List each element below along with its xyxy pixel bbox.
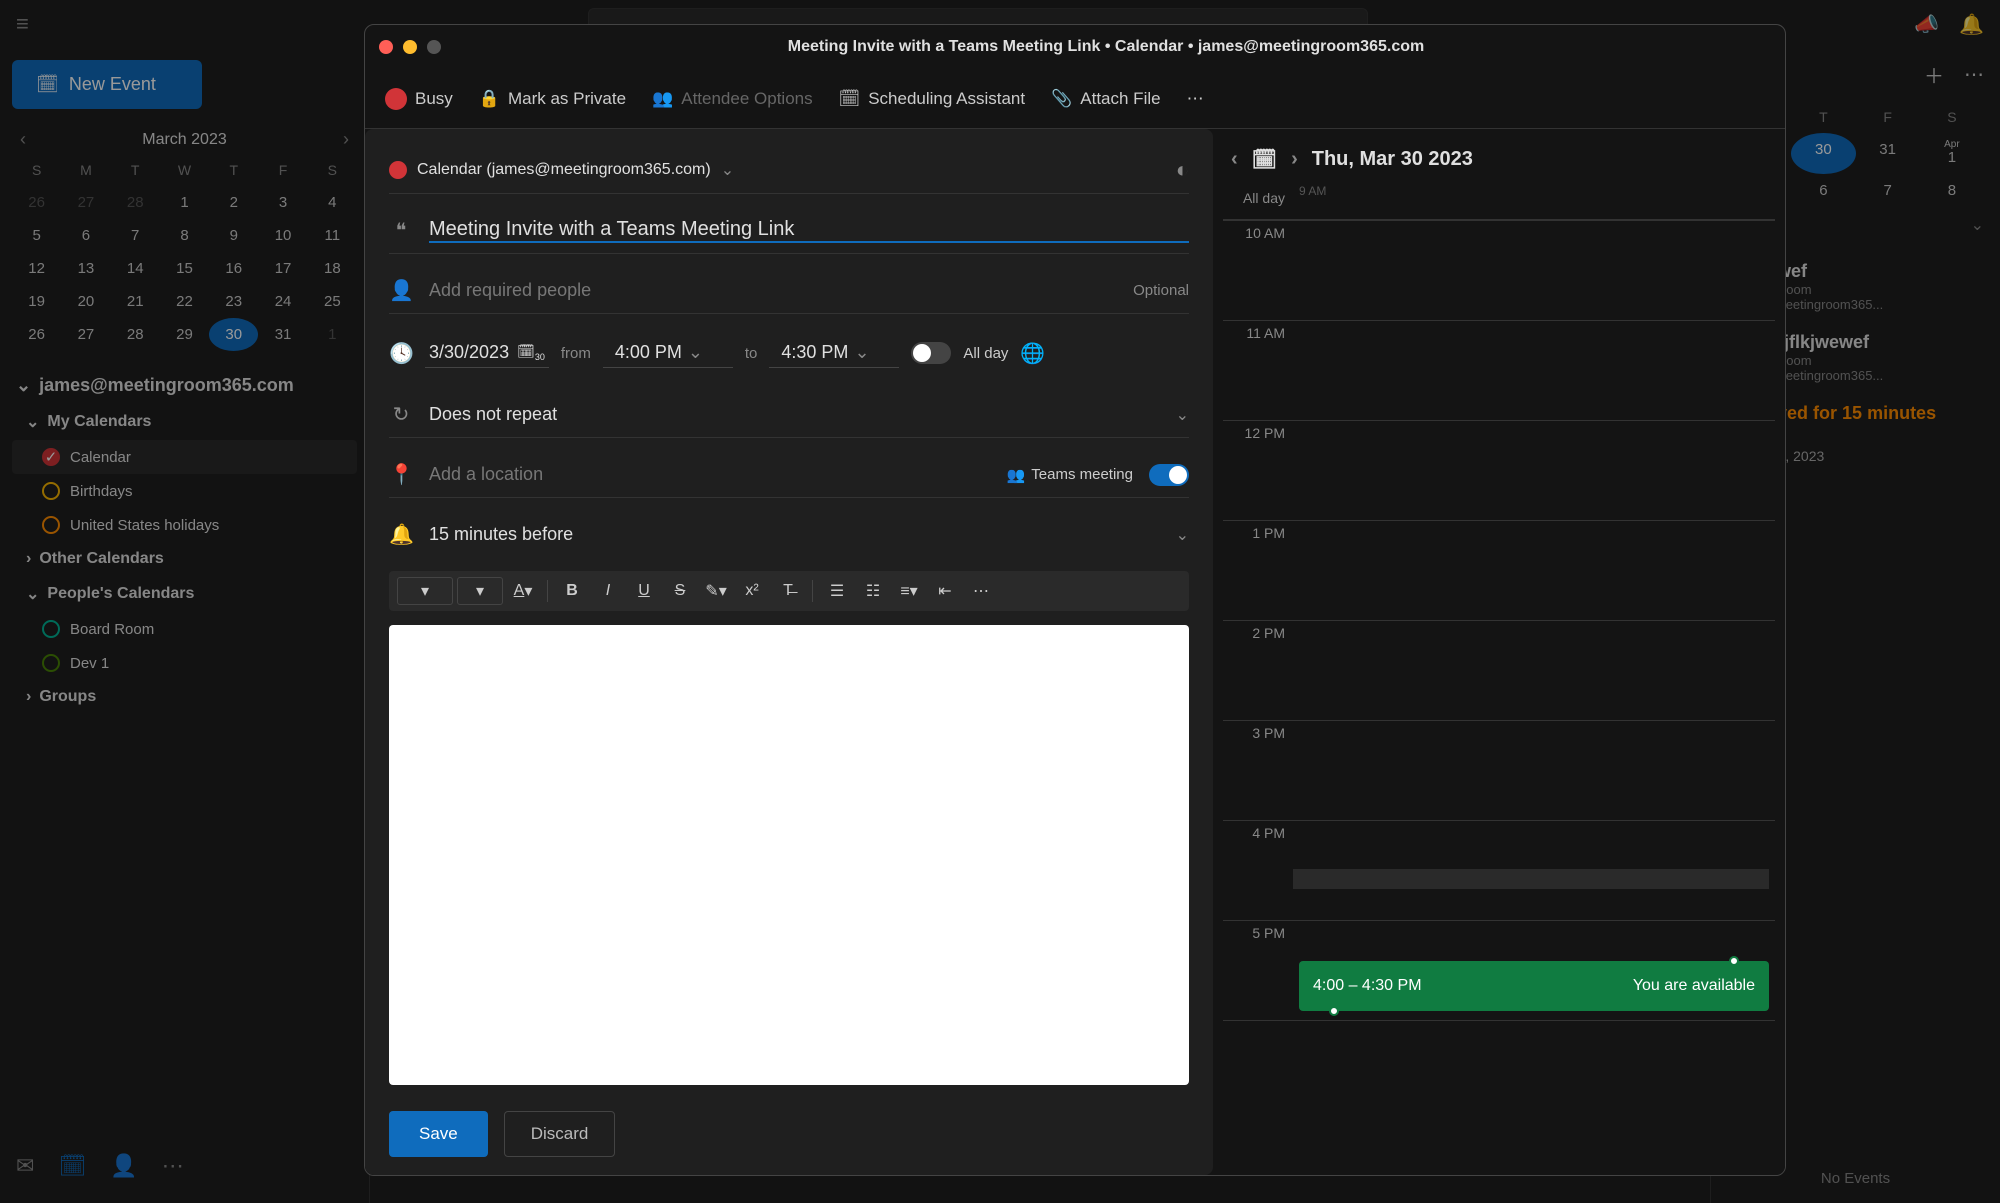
- sched-date-picker-icon[interactable]: 🗓: [1252, 147, 1277, 172]
- time-slot[interactable]: [1293, 621, 1775, 720]
- busy-dot-icon: [385, 88, 407, 110]
- optional-attendees-button[interactable]: Optional: [1133, 282, 1189, 299]
- minimize-window-icon[interactable]: [403, 40, 417, 54]
- attendees-input[interactable]: [429, 280, 1117, 301]
- discard-button[interactable]: Discard: [504, 1111, 616, 1157]
- chevron-down-icon: ⌄: [854, 342, 869, 363]
- more-toolbar-icon[interactable]: ⋯: [1187, 89, 1204, 109]
- window-title: Meeting Invite with a Teams Meeting Link…: [441, 38, 1771, 56]
- hour-label: 11 AM: [1223, 321, 1293, 420]
- superscript-button[interactable]: x²: [736, 577, 768, 605]
- time-slot[interactable]: [1293, 521, 1775, 620]
- strike-button[interactable]: S: [664, 577, 696, 605]
- paperclip-icon: 📎: [1051, 89, 1072, 109]
- number-list-button[interactable]: ☷: [857, 577, 889, 605]
- time-slot[interactable]: [1293, 721, 1775, 820]
- text-color-button[interactable]: A▾: [507, 577, 539, 605]
- calendar-color-dot-icon: [389, 161, 407, 179]
- repeat-icon: ↻: [389, 402, 413, 427]
- busy-status-button[interactable]: Busy: [385, 88, 453, 110]
- hour-label: 1 PM: [1223, 521, 1293, 620]
- person-icon: 👤: [389, 278, 413, 303]
- bold-button[interactable]: B: [556, 577, 588, 605]
- time-slot[interactable]: [1293, 221, 1775, 320]
- time-slot[interactable]: [1293, 821, 1775, 920]
- hour-label: 12 PM: [1223, 421, 1293, 520]
- calendar-select[interactable]: Calendar (james@meetingroom365.com): [417, 161, 711, 179]
- event-editor-modal: Meeting Invite with a Teams Meeting Link…: [364, 24, 1786, 1176]
- start-time-select[interactable]: 4:00 PM ⌄: [603, 338, 733, 368]
- italic-button[interactable]: I: [592, 577, 624, 605]
- chevron-down-icon[interactable]: ⌄: [1176, 525, 1189, 545]
- underline-button[interactable]: U: [628, 577, 660, 605]
- location-icon: 📍: [389, 462, 413, 487]
- more-format-icon[interactable]: ⋯: [965, 577, 997, 605]
- time-slot[interactable]: [1293, 921, 1775, 1020]
- quote-icon: ❝: [389, 218, 413, 243]
- time-slot[interactable]: [1293, 321, 1775, 420]
- mark-private-button[interactable]: 🔒 Mark as Private: [479, 89, 626, 109]
- hour-label: 2 PM: [1223, 621, 1293, 720]
- close-window-icon[interactable]: [379, 40, 393, 54]
- date-input[interactable]: 3/30/2023 🗓30: [425, 338, 549, 368]
- clear-format-button[interactable]: T̶: [772, 577, 804, 605]
- hour-label: 4 PM: [1223, 821, 1293, 920]
- sched-prev-icon[interactable]: ‹: [1231, 148, 1238, 171]
- teams-meeting-toggle[interactable]: [1149, 464, 1189, 486]
- hour-label: 3 PM: [1223, 721, 1293, 820]
- save-button[interactable]: Save: [389, 1111, 488, 1157]
- lock-icon: 🔒: [479, 89, 500, 109]
- font-color-select[interactable]: ▾: [457, 577, 503, 605]
- rich-text-toolbar: ▾ ▾ A▾ B I U S ✎▾ x² T̶ ☰ ☷ ≡▾ ⇤ ⋯: [389, 571, 1189, 611]
- moon-icon[interactable]: ◐: [1176, 157, 1189, 183]
- globe-icon[interactable]: 🌐: [1020, 341, 1045, 366]
- allday-toggle[interactable]: [911, 342, 951, 364]
- outdent-button[interactable]: ⇤: [929, 577, 961, 605]
- sched-next-icon[interactable]: ›: [1291, 148, 1298, 171]
- maximize-window-icon[interactable]: [427, 40, 441, 54]
- align-button[interactable]: ≡▾: [893, 577, 925, 605]
- font-size-select[interactable]: ▾: [397, 577, 453, 605]
- calendar-clock-icon: 🗓: [839, 89, 861, 109]
- time-slot[interactable]: [1293, 421, 1775, 520]
- people-icon: 👥: [652, 89, 673, 109]
- scheduling-assistant-button[interactable]: 🗓 Scheduling Assistant: [839, 89, 1025, 109]
- chevron-down-icon[interactable]: ⌄: [1176, 405, 1189, 425]
- chevron-down-icon: ⌄: [688, 342, 703, 363]
- attach-file-button[interactable]: 📎 Attach File: [1051, 89, 1160, 109]
- teams-icon: 👥: [1007, 466, 1026, 484]
- subject-input[interactable]: [429, 218, 1189, 243]
- hour-label: 10 AM: [1223, 221, 1293, 320]
- attendee-options-button[interactable]: 👥 Attendee Options: [652, 89, 813, 109]
- allday-label: All day: [1223, 182, 1293, 219]
- clock-icon: 🕓: [389, 341, 413, 366]
- end-time-select[interactable]: 4:30 PM ⌄: [769, 338, 899, 368]
- highlight-button[interactable]: ✎▾: [700, 577, 732, 605]
- bell-icon: 🔔: [389, 522, 413, 547]
- hour-label: 5 PM: [1223, 921, 1293, 1020]
- bullet-list-button[interactable]: ☰: [821, 577, 853, 605]
- chevron-down-icon[interactable]: ⌄: [721, 160, 734, 180]
- location-input[interactable]: [429, 464, 991, 485]
- date-picker-icon[interactable]: 🗓30: [517, 343, 545, 362]
- sched-date-display: Thu, Mar 30 2023: [1312, 148, 1473, 171]
- body-editor[interactable]: [389, 625, 1189, 1085]
